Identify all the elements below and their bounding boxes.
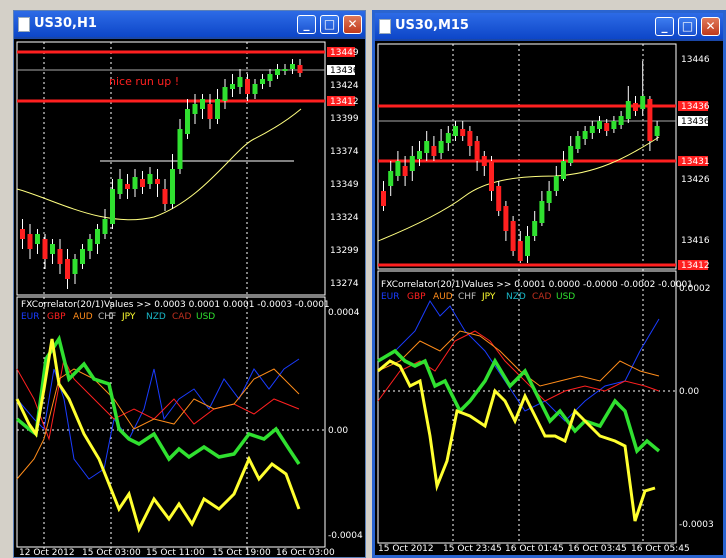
svg-text:JPY: JPY (481, 292, 496, 302)
ind-axis-zero: 0.00 (328, 426, 348, 436)
svg-text:13324: 13324 (330, 213, 359, 223)
svg-text:15 Oct 23:45: 15 Oct 23:45 (443, 544, 502, 554)
svg-text:13349: 13349 (330, 180, 359, 190)
title-bar[interactable]: US30,M15 _ □ ✕ (375, 13, 723, 39)
minimize-button[interactable]: _ (297, 15, 316, 34)
window-title: US30,H1 (34, 16, 97, 31)
ind-axis-bottom: -0.0003 (679, 520, 714, 530)
svg-text:15 Oct 2012: 15 Oct 2012 (378, 544, 434, 554)
svg-text:EUR: EUR (381, 292, 400, 302)
svg-text:AUD: AUD (73, 312, 93, 322)
svg-text:EUR: EUR (21, 312, 40, 322)
svg-text:13412: 13412 (681, 261, 710, 271)
svg-text:CHF: CHF (458, 292, 476, 302)
maximize-button[interactable]: □ (678, 17, 697, 36)
svg-text:USD: USD (556, 292, 575, 302)
chart-window-us30-m15[interactable]: US30,M15 _ □ ✕ 13446 13436 13436 13431 1… (372, 10, 726, 558)
window-title: US30,M15 (395, 18, 469, 33)
price-chart[interactable]: nice run up ! 13449 13436 13424 13412 13… (14, 39, 365, 557)
svg-text:CAD: CAD (172, 312, 191, 322)
svg-text:16 Oct 05:45: 16 Oct 05:45 (631, 544, 690, 554)
price-chart[interactable]: 13446 13436 13436 13431 13426 13416 1341… (375, 41, 723, 555)
svg-text:13299: 13299 (330, 246, 359, 256)
svg-text:13449: 13449 (330, 48, 359, 58)
svg-text:13436: 13436 (330, 66, 359, 76)
ind-axis-top: 0.0004 (328, 308, 360, 318)
svg-text:13446: 13446 (681, 55, 710, 65)
svg-text:12 Oct 2012: 12 Oct 2012 (19, 548, 75, 557)
svg-text:16 Oct 03:45: 16 Oct 03:45 (568, 544, 627, 554)
svg-text:16 Oct 03:00: 16 Oct 03:00 (276, 548, 335, 557)
chart-icon (379, 19, 391, 34)
svg-text:13274: 13274 (330, 279, 359, 289)
close-button[interactable]: ✕ (343, 15, 362, 34)
indicator-header: FXCorrelator(20/1)Values >> 0.0003 0.000… (21, 300, 330, 310)
svg-text:15 Oct 11:00: 15 Oct 11:00 (146, 548, 205, 557)
svg-text:16 Oct 01:45: 16 Oct 01:45 (505, 544, 564, 554)
svg-text:13412: 13412 (330, 97, 359, 107)
svg-text:13424: 13424 (330, 81, 359, 91)
svg-text:NZD: NZD (506, 292, 526, 302)
svg-text:15 Oct 19:00: 15 Oct 19:00 (212, 548, 271, 557)
title-bar[interactable]: US30,H1 _ □ ✕ (14, 11, 365, 37)
maximize-button[interactable]: □ (320, 15, 339, 34)
chart-window-us30-h1[interactable]: US30,H1 _ □ ✕ nice run up ! 13449 13436 (13, 10, 366, 558)
ind-axis-bottom: -0.0004 (328, 531, 363, 541)
time-axis: 15 Oct 2012 15 Oct 23:45 16 Oct 01:45 16… (378, 544, 690, 554)
svg-text:13431: 13431 (681, 157, 710, 167)
minimize-button[interactable]: _ (655, 17, 674, 36)
svg-text:13416: 13416 (681, 236, 710, 246)
svg-text:GBP: GBP (407, 292, 426, 302)
ind-axis-zero: 0.00 (679, 387, 699, 397)
ind-axis-top: 0.0002 (679, 284, 711, 294)
svg-text:NZD: NZD (146, 312, 166, 322)
svg-text:15 Oct 03:00: 15 Oct 03:00 (82, 548, 141, 557)
svg-text:AUD: AUD (433, 292, 453, 302)
svg-text:CHF: CHF (98, 312, 116, 322)
svg-text:13426: 13426 (681, 175, 710, 185)
svg-text:13436: 13436 (681, 102, 710, 112)
svg-text:JPY: JPY (121, 312, 136, 322)
svg-text:13374: 13374 (330, 147, 359, 157)
svg-text:13436: 13436 (681, 117, 710, 127)
svg-text:CAD: CAD (532, 292, 551, 302)
close-button[interactable]: ✕ (701, 17, 720, 36)
chart-icon (18, 17, 30, 32)
indicator-header: FXCorrelator(20/1)Values >> 0.0001 0.000… (381, 280, 693, 290)
svg-text:USD: USD (196, 312, 215, 322)
svg-text:13399: 13399 (330, 114, 359, 124)
chart-annotation: nice run up ! (109, 75, 179, 88)
time-axis: 12 Oct 2012 15 Oct 03:00 15 Oct 11:00 15… (19, 548, 335, 557)
svg-text:GBP: GBP (47, 312, 66, 322)
